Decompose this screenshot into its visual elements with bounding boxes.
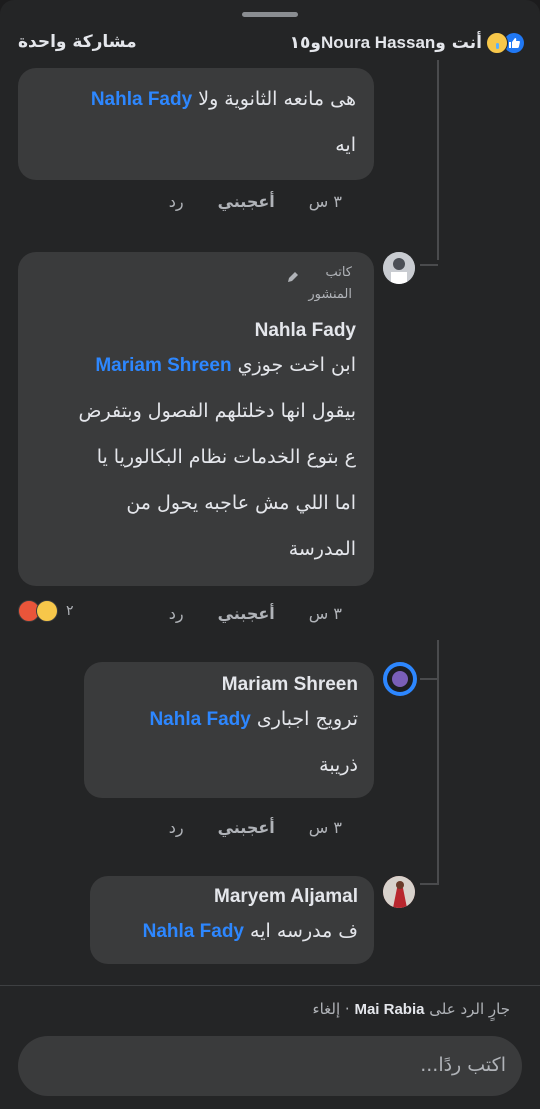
comment-bubble[interactable]: Maryem Aljamal ف مدرسه ايه Nahla Fady: [90, 876, 374, 964]
thread-connector: [437, 60, 439, 260]
thread-connector: [420, 883, 438, 885]
author-badge: كاتب المنشور: [286, 262, 352, 306]
reply-input-placeholder: اكتب ردًا...: [420, 1054, 506, 1076]
comment-timestamp: ٣ س: [308, 818, 342, 837]
like-button[interactable]: أعجبني: [218, 604, 275, 623]
commenter-name[interactable]: Nahla Fady: [255, 320, 356, 342]
reactors-others-count: و١٥: [289, 33, 321, 53]
thread-connector: [437, 640, 439, 885]
reactors-you: أنت و: [435, 33, 482, 53]
sad-reaction-icon: [486, 32, 508, 54]
shares-count-button[interactable]: مشاركة واحدة: [18, 32, 137, 52]
comment-text: هى مانعه الثانوية ولا: [192, 88, 356, 110]
comment-reactions[interactable]: ٢: [18, 600, 74, 622]
reply-button[interactable]: رد: [169, 818, 184, 837]
comments-sheet: مشاركة واحدة أنت و Noura Hassan و١٥ هى م…: [0, 0, 540, 1109]
drag-handle[interactable]: [242, 12, 298, 17]
avatar[interactable]: [383, 876, 415, 908]
comment-text: ع بتوع الخدمات نظام البكالوريا يا: [96, 446, 356, 468]
sad-reaction-icon: [36, 600, 58, 622]
cancel-reply-link[interactable]: · إلغاء: [313, 1000, 355, 1018]
comment-timestamp: ٣ س: [308, 604, 342, 623]
thread-connector: [420, 678, 438, 680]
comment-text: اما اللي مش عاجبه يحول من: [126, 492, 356, 514]
comment-text: ابن اخت جوزي: [231, 354, 356, 376]
replying-to-banner: جارٍ الرد على Mai Rabia · إلغاء: [312, 1000, 510, 1018]
comment-bubble[interactable]: كاتب المنشور Nahla Fady ابن اخت جوزي Mar…: [18, 252, 374, 586]
avatar[interactable]: [383, 662, 417, 696]
like-button[interactable]: أعجبني: [218, 192, 275, 211]
mention-link[interactable]: Mariam Shreen: [95, 355, 231, 376]
reaction-count: ٢: [66, 603, 74, 619]
comment-actions: ٣ س أعجبني رد: [135, 818, 342, 837]
reactors-name: Noura Hassan: [320, 33, 436, 52]
reply-button[interactable]: رد: [169, 192, 184, 211]
thread-connector: [420, 264, 438, 266]
comment-actions: ٣ س أعجبني رد: [135, 192, 342, 211]
sheet-header: مشاركة واحدة أنت و Noura Hassan و١٥: [0, 24, 540, 64]
reply-button[interactable]: رد: [169, 604, 184, 623]
commenter-name[interactable]: Maryem Aljamal: [214, 886, 358, 908]
comment-actions: ٣ س أعجبني رد: [135, 604, 342, 623]
reply-composer: جارٍ الرد على Mai Rabia · إلغاء اكتب ردً…: [0, 985, 540, 1109]
mention-link[interactable]: Nahla Fady: [149, 709, 250, 730]
like-button[interactable]: أعجبني: [218, 818, 275, 837]
mention-link[interactable]: Nahla Fady: [91, 89, 192, 110]
comment-text: المدرسة: [288, 538, 356, 560]
avatar[interactable]: [383, 252, 415, 284]
comment-text: ذريبة: [319, 754, 358, 776]
comment-text: ف مدرسه ايه: [244, 920, 358, 942]
pencil-icon: [286, 270, 300, 292]
comment-text: ايه: [335, 134, 356, 156]
reply-target-name: Mai Rabia: [354, 1001, 425, 1018]
comment-text: ترويج اجبارى: [250, 708, 358, 730]
comment-bubble[interactable]: Mariam Shreen ترويج اجبارى Nahla Fady ذر…: [84, 662, 374, 798]
reactions-summary[interactable]: أنت و Noura Hassan و١٥: [290, 32, 524, 54]
comment-timestamp: ٣ س: [308, 192, 342, 211]
comment-text: بيقول انها دخلتلهم الفصول وبتفرض: [78, 400, 357, 422]
comment-bubble[interactable]: هى مانعه الثانوية ولا Nahla Fady ايه: [18, 68, 374, 180]
mention-link[interactable]: Nahla Fady: [143, 921, 244, 942]
commenter-name[interactable]: Mariam Shreen: [222, 674, 358, 696]
